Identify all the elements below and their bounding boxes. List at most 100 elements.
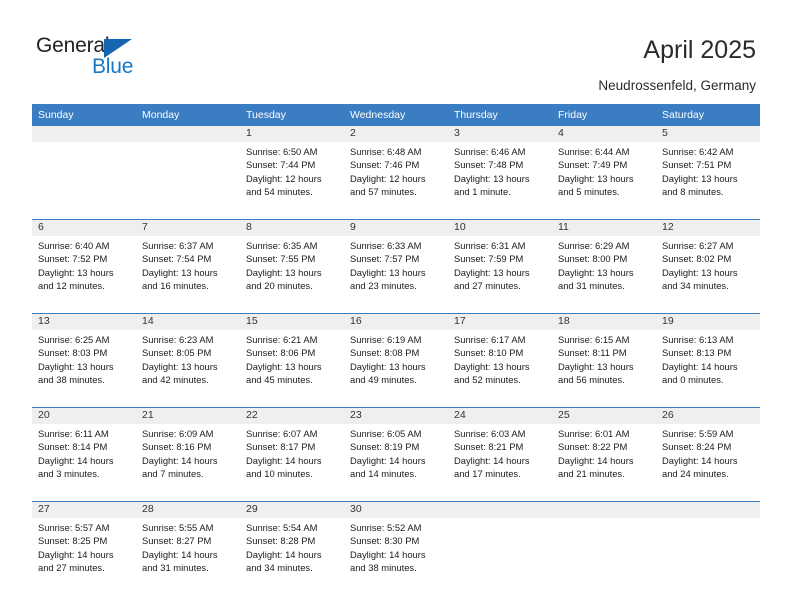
week-daynumber-row: 1 2 3 4 5 [32,126,760,142]
week-daynumber-row: 20 21 22 23 24 25 26 [32,407,760,424]
day-number: 21 [142,409,154,421]
day-number-cell[interactable]: 7 [136,219,240,236]
day-detail-cell[interactable]: Sunrise: 6:07 AM Sunset: 8:17 PM Dayligh… [240,424,344,502]
day-detail-cell[interactable]: Sunrise: 6:15 AM Sunset: 8:11 PM Dayligh… [552,330,656,408]
day-detail-cell[interactable]: Sunrise: 6:37 AM Sunset: 7:54 PM Dayligh… [136,236,240,314]
day-detail-cell[interactable]: Sunrise: 6:27 AM Sunset: 8:02 PM Dayligh… [656,236,760,314]
sun-times-text: Sunrise: 6:21 AM Sunset: 8:06 PM Dayligh… [246,334,322,386]
day-number-cell[interactable]: 24 [448,407,552,424]
day-detail-cell[interactable]: Sunrise: 6:33 AM Sunset: 7:57 PM Dayligh… [344,236,448,314]
empty-day-cell [448,518,552,595]
day-number-cell[interactable]: 16 [344,313,448,330]
sun-times-text: Sunrise: 6:09 AM Sunset: 8:16 PM Dayligh… [142,428,218,480]
day-number-cell[interactable]: 23 [344,407,448,424]
day-number-cell[interactable]: 22 [240,407,344,424]
sun-times-text: Sunrise: 5:59 AM Sunset: 8:24 PM Dayligh… [662,428,738,480]
weekday-header-sunday: Sunday [32,104,136,126]
day-detail-cell[interactable]: Sunrise: 5:52 AM Sunset: 8:30 PM Dayligh… [344,518,448,595]
empty-day-number-cell [136,126,240,142]
day-number: 14 [142,315,154,327]
day-number-cell[interactable]: 2 [344,126,448,142]
day-number: 9 [350,221,356,233]
day-detail-cell[interactable]: Sunrise: 5:54 AM Sunset: 8:28 PM Dayligh… [240,518,344,595]
day-number-cell[interactable]: 11 [552,219,656,236]
day-detail-cell[interactable]: Sunrise: 6:44 AM Sunset: 7:49 PM Dayligh… [552,142,656,220]
sun-times-text: Sunrise: 6:35 AM Sunset: 7:55 PM Dayligh… [246,240,322,292]
empty-day-number-cell [448,501,552,518]
day-number-cell[interactable]: 18 [552,313,656,330]
week-daynumber-row: 27 28 29 30 [32,501,760,518]
day-detail-cell[interactable]: Sunrise: 6:23 AM Sunset: 8:05 PM Dayligh… [136,330,240,408]
day-detail-cell[interactable]: Sunrise: 6:48 AM Sunset: 7:46 PM Dayligh… [344,142,448,220]
day-detail-cell[interactable]: Sunrise: 5:57 AM Sunset: 8:25 PM Dayligh… [32,518,136,595]
day-detail-cell[interactable]: Sunrise: 6:19 AM Sunset: 8:08 PM Dayligh… [344,330,448,408]
day-number: 20 [38,409,50,421]
day-detail-cell[interactable]: Sunrise: 6:03 AM Sunset: 8:21 PM Dayligh… [448,424,552,502]
generalblue-logo[interactable]: General Blue [36,34,196,90]
day-number-cell[interactable]: 8 [240,219,344,236]
sun-times-text: Sunrise: 5:57 AM Sunset: 8:25 PM Dayligh… [38,522,114,574]
weekday-header-wednesday: Wednesday [344,104,448,126]
sun-times-text: Sunrise: 5:54 AM Sunset: 8:28 PM Dayligh… [246,522,322,574]
day-detail-cell[interactable]: Sunrise: 6:31 AM Sunset: 7:59 PM Dayligh… [448,236,552,314]
day-number: 17 [454,315,466,327]
day-number-cell[interactable]: 29 [240,501,344,518]
sun-times-text: Sunrise: 6:01 AM Sunset: 8:22 PM Dayligh… [558,428,634,480]
day-detail-cell[interactable]: Sunrise: 6:29 AM Sunset: 8:00 PM Dayligh… [552,236,656,314]
day-number-cell[interactable]: 14 [136,313,240,330]
day-detail-cell[interactable]: Sunrise: 6:40 AM Sunset: 7:52 PM Dayligh… [32,236,136,314]
day-detail-cell[interactable]: Sunrise: 6:42 AM Sunset: 7:51 PM Dayligh… [656,142,760,220]
day-number-cell[interactable]: 12 [656,219,760,236]
day-number-cell[interactable]: 15 [240,313,344,330]
day-number-cell[interactable]: 13 [32,313,136,330]
day-detail-cell[interactable]: Sunrise: 5:59 AM Sunset: 8:24 PM Dayligh… [656,424,760,502]
day-number: 24 [454,409,466,421]
sun-times-text: Sunrise: 6:31 AM Sunset: 7:59 PM Dayligh… [454,240,530,292]
day-detail-cell[interactable]: Sunrise: 6:11 AM Sunset: 8:14 PM Dayligh… [32,424,136,502]
day-detail-cell[interactable]: Sunrise: 6:17 AM Sunset: 8:10 PM Dayligh… [448,330,552,408]
empty-day-number-cell [552,501,656,518]
page-header: General Blue April 2025 Neudrossenfeld, … [0,0,792,100]
week-daynumber-row: 6 7 8 9 10 11 12 [32,219,760,236]
day-number: 27 [38,503,50,515]
day-number: 25 [558,409,570,421]
day-number-cell[interactable]: 10 [448,219,552,236]
day-number-cell[interactable]: 5 [656,126,760,142]
sun-times-text: Sunrise: 6:17 AM Sunset: 8:10 PM Dayligh… [454,334,530,386]
empty-day-number-cell [656,501,760,518]
day-detail-cell[interactable]: Sunrise: 6:50 AM Sunset: 7:44 PM Dayligh… [240,142,344,220]
page-subtitle: Neudrossenfeld, Germany [598,78,756,93]
day-detail-cell[interactable]: Sunrise: 6:05 AM Sunset: 8:19 PM Dayligh… [344,424,448,502]
day-detail-cell[interactable]: Sunrise: 6:13 AM Sunset: 8:13 PM Dayligh… [656,330,760,408]
day-detail-cell[interactable]: Sunrise: 5:55 AM Sunset: 8:27 PM Dayligh… [136,518,240,595]
day-number-cell[interactable]: 27 [32,501,136,518]
day-number: 6 [38,221,44,233]
day-detail-cell[interactable]: Sunrise: 6:35 AM Sunset: 7:55 PM Dayligh… [240,236,344,314]
day-detail-cell[interactable]: Sunrise: 6:25 AM Sunset: 8:03 PM Dayligh… [32,330,136,408]
day-number-cell[interactable]: 3 [448,126,552,142]
day-number-cell[interactable]: 9 [344,219,448,236]
day-number: 8 [246,221,252,233]
day-number: 22 [246,409,258,421]
day-detail-cell[interactable]: Sunrise: 6:21 AM Sunset: 8:06 PM Dayligh… [240,330,344,408]
empty-day-cell [656,518,760,595]
day-number-cell[interactable]: 4 [552,126,656,142]
day-detail-cell[interactable]: Sunrise: 6:09 AM Sunset: 8:16 PM Dayligh… [136,424,240,502]
sun-times-text: Sunrise: 6:40 AM Sunset: 7:52 PM Dayligh… [38,240,114,292]
day-number-cell[interactable]: 20 [32,407,136,424]
day-number-cell[interactable]: 30 [344,501,448,518]
day-number-cell[interactable]: 19 [656,313,760,330]
day-number-cell[interactable]: 21 [136,407,240,424]
day-number-cell[interactable]: 1 [240,126,344,142]
calendar-body: 1 2 3 4 5 Sunrise: 6:50 AM Sunset: 7:44 PM Da… [32,126,760,595]
day-detail-cell[interactable]: Sunrise: 6:01 AM Sunset: 8:22 PM Dayligh… [552,424,656,502]
day-number-cell[interactable]: 25 [552,407,656,424]
day-number-cell[interactable]: 6 [32,219,136,236]
day-number-cell[interactable]: 26 [656,407,760,424]
day-number-cell[interactable]: 17 [448,313,552,330]
sun-times-text: Sunrise: 6:03 AM Sunset: 8:21 PM Dayligh… [454,428,530,480]
day-detail-cell[interactable]: Sunrise: 6:46 AM Sunset: 7:48 PM Dayligh… [448,142,552,220]
day-number-cell[interactable]: 28 [136,501,240,518]
day-number: 29 [246,503,258,515]
sun-times-text: Sunrise: 5:52 AM Sunset: 8:30 PM Dayligh… [350,522,426,574]
